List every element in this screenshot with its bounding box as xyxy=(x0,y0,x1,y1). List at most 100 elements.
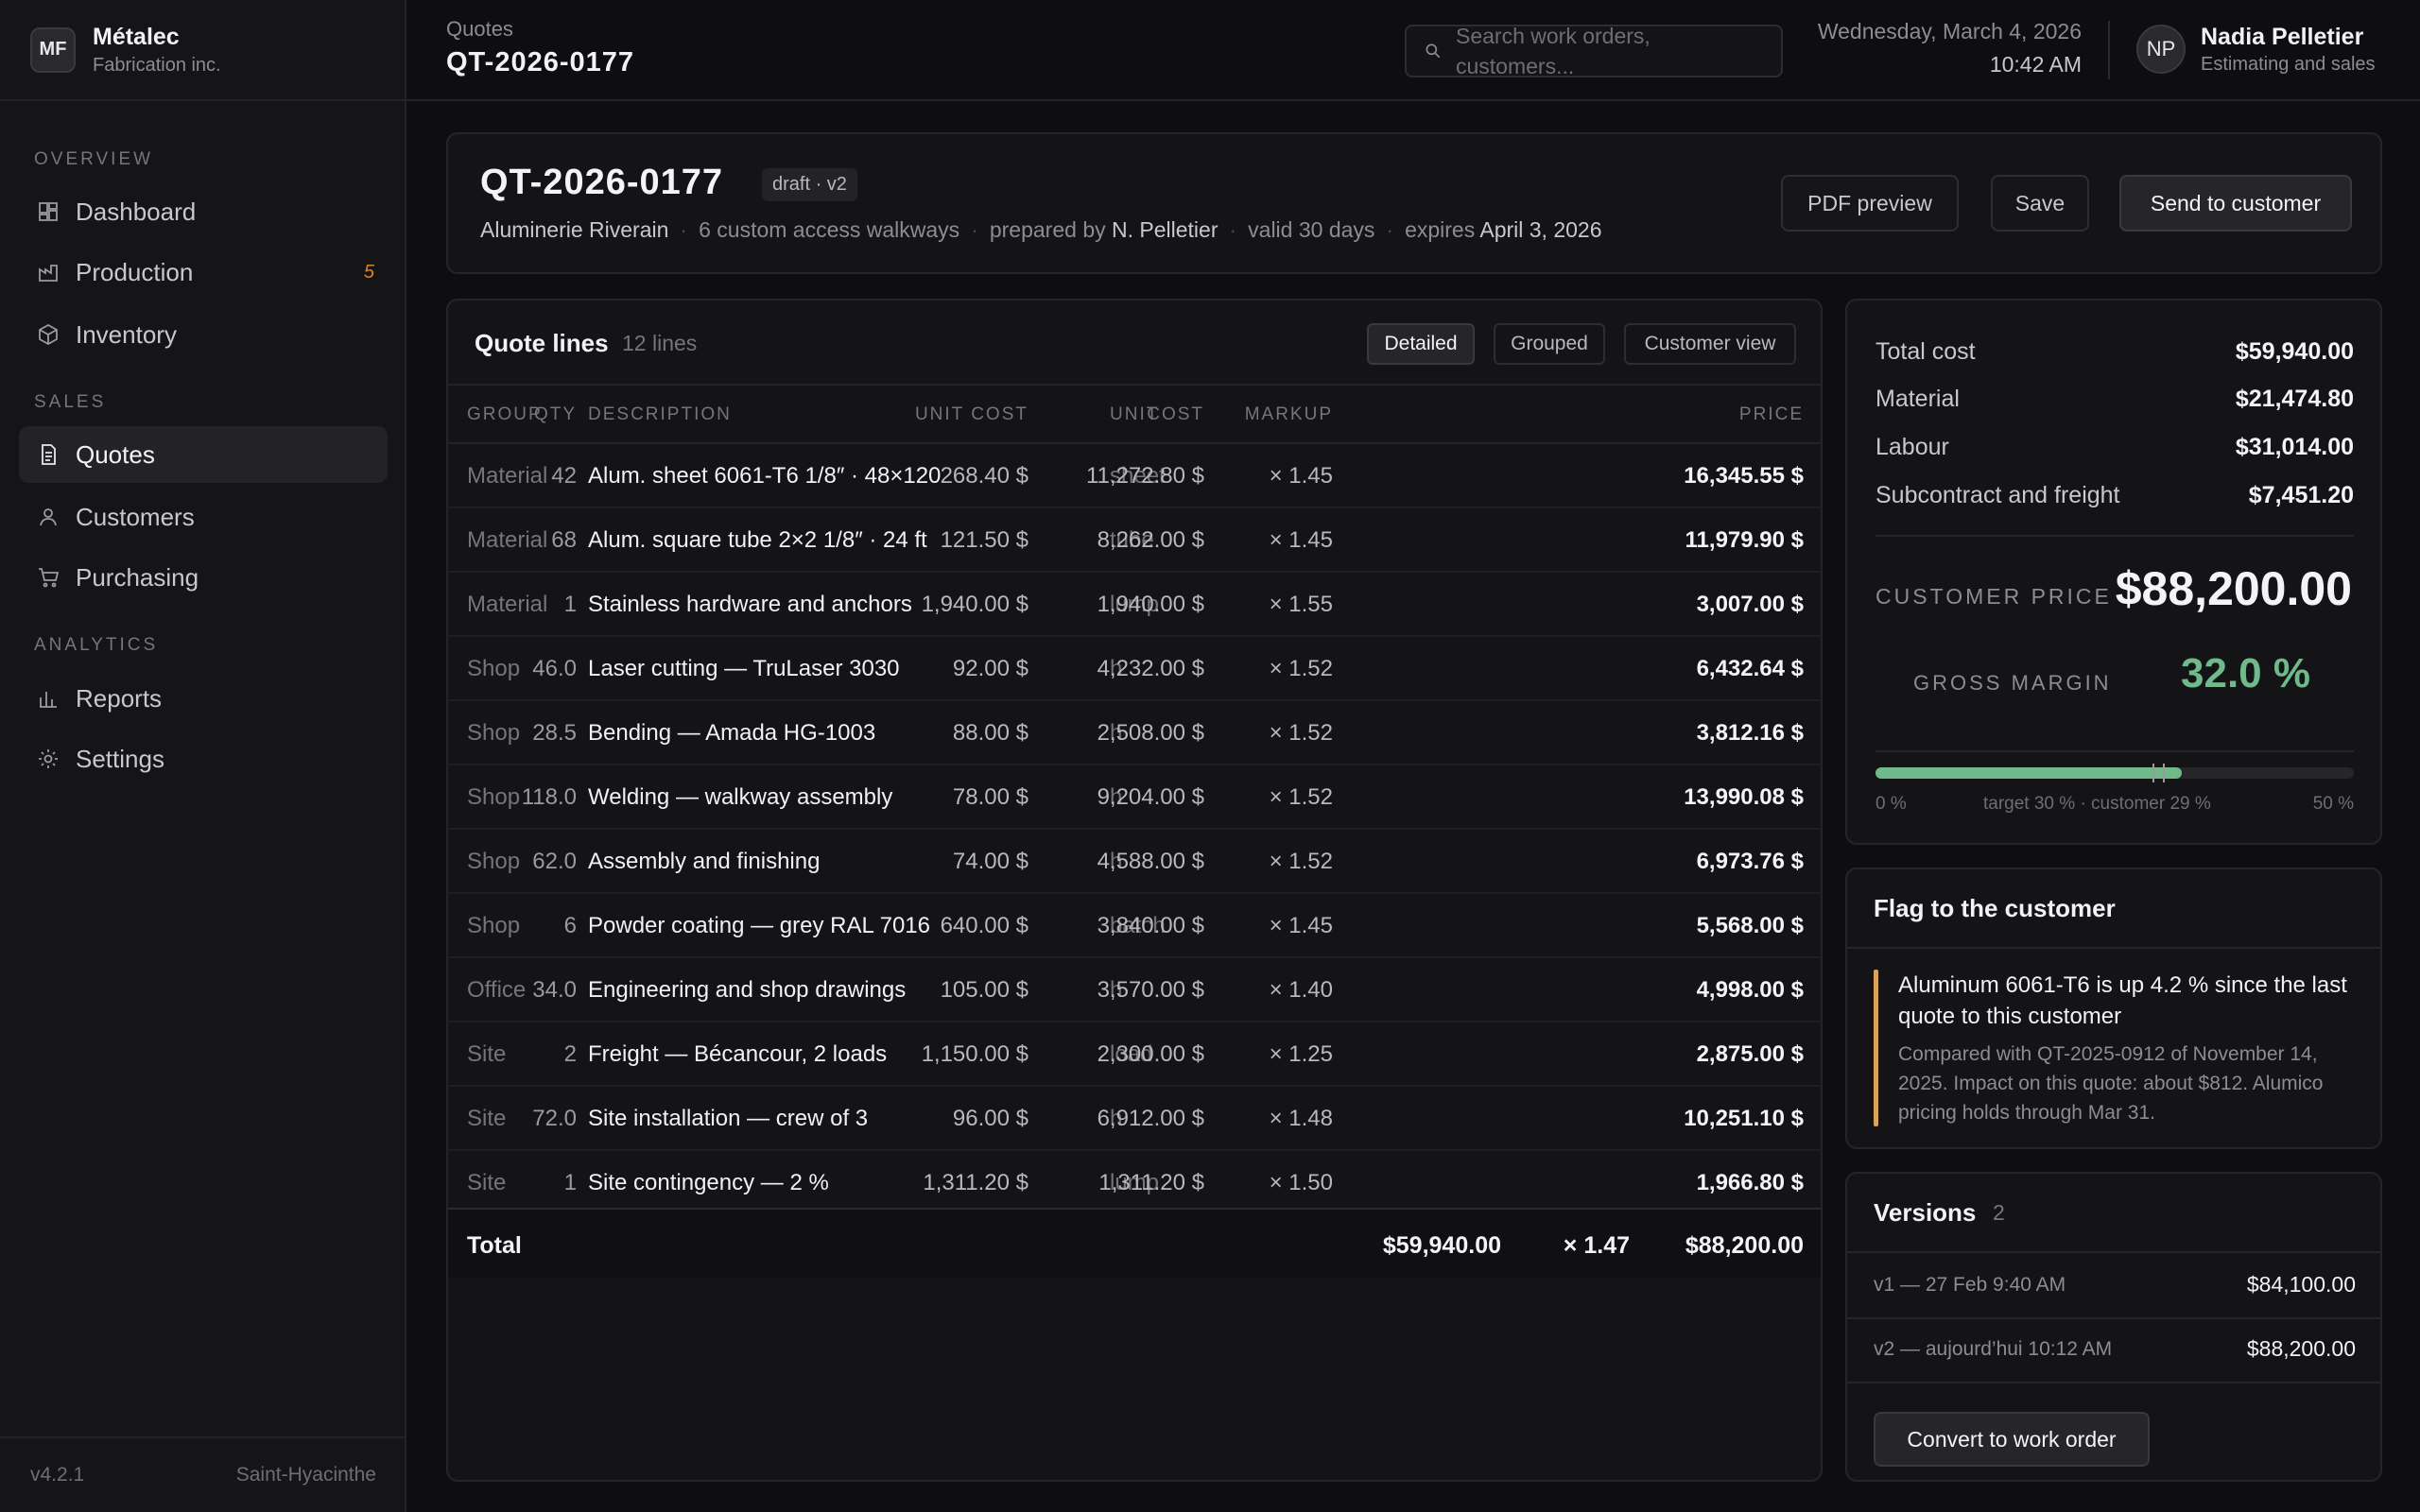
table-row[interactable]: Site Site contingency — 2 % 1 lump 1,311… xyxy=(448,1151,1821,1215)
pdf-preview-button[interactable]: PDF preview xyxy=(1781,175,1959,232)
bar-max-label: 50 % xyxy=(2312,794,2354,814)
bar-min-label: 0 % xyxy=(1876,794,1907,814)
sidebar-item-quotes[interactable]: Quotes xyxy=(19,426,388,483)
sidebar-item-production[interactable]: Production 5 xyxy=(19,244,388,301)
customer-name[interactable]: Aluminerie Riverain xyxy=(480,217,668,242)
cell-markup: × 1.45 xyxy=(1269,913,1333,938)
cell-markup: × 1.52 xyxy=(1269,656,1333,681)
column-header-unit-cost[interactable]: UNIT COST xyxy=(915,404,1028,425)
cell-unit-cost: 1,150.00 $ xyxy=(921,1041,1028,1067)
total-cost: $59,940.00 xyxy=(1382,1232,1501,1259)
sidebar-item-purchasing[interactable]: Purchasing xyxy=(19,549,388,606)
column-header-qty[interactable]: QTY xyxy=(534,404,577,425)
breadcrumb[interactable]: Quotes xyxy=(446,17,513,42)
table-row[interactable]: Shop Bending — Amada HG-1003 28.5 h 88.0… xyxy=(448,701,1821,765)
total-label: Total xyxy=(467,1232,522,1259)
view-detailed-button[interactable]: Detailed xyxy=(1367,323,1475,365)
avatar[interactable]: NP xyxy=(2136,25,2186,74)
column-header-description[interactable]: DESCRIPTION xyxy=(588,404,732,425)
summary-value: $21,474.80 xyxy=(2235,386,2354,412)
sidebar-item-label: Purchasing xyxy=(76,562,199,592)
table-row[interactable]: Office Engineering and shop drawings 34.… xyxy=(448,958,1821,1022)
margin-progress-bar xyxy=(1876,764,2354,782)
divider xyxy=(1847,1382,2380,1383)
sidebar-item-dashboard[interactable]: Dashboard xyxy=(19,183,388,240)
bar-chart-icon xyxy=(36,686,60,711)
column-header-price[interactable]: PRICE xyxy=(1739,404,1804,425)
sidebar-item-reports[interactable]: Reports xyxy=(19,670,388,727)
table-row[interactable]: Material Alum. sheet 6061-T6 1/8″ · 48×1… xyxy=(448,444,1821,508)
cell-unit-cost: 96.00 $ xyxy=(952,1106,1028,1131)
customer-price-value: $88,200.00 xyxy=(2115,562,2352,615)
summary-label: Material xyxy=(1876,386,1960,412)
expiry-date: April 3, 2026 xyxy=(1479,217,1602,242)
box-icon xyxy=(36,322,60,347)
view-customer-button[interactable]: Customer view xyxy=(1624,323,1796,365)
summary-label: Total cost xyxy=(1876,338,1976,365)
sidebar-item-inventory[interactable]: Inventory xyxy=(19,306,388,363)
cell-unit-cost: 1,311.20 $ xyxy=(923,1170,1028,1195)
cell-price: 2,875.00 $ xyxy=(1696,1041,1804,1067)
bar-target-label: target 30 % · customer 29 % xyxy=(1983,794,2211,814)
user-role: Estimating and sales xyxy=(2201,54,2376,75)
flag-headline: Aluminum 6061-T6 is up 4.2 % since the l… xyxy=(1898,972,2347,1029)
cell-markup: × 1.45 xyxy=(1269,463,1333,489)
summary-row-subcontract: Subcontract and freight $7,451.20 xyxy=(1876,482,2354,509)
view-grouped-button[interactable]: Grouped xyxy=(1494,323,1605,365)
sidebar-item-label: Quotes xyxy=(76,439,155,469)
user-name[interactable]: Nadia Pelletier xyxy=(2201,24,2363,51)
cell-unit-cost: 640.00 $ xyxy=(940,913,1028,938)
current-time: 10:42 AM xyxy=(1989,52,2082,77)
cell-price: 10,251.10 $ xyxy=(1684,1106,1804,1131)
table-row[interactable]: Material Stainless hardware and anchors … xyxy=(448,573,1821,637)
expires-label: expires xyxy=(1405,217,1476,242)
cell-unit-cost: 121.50 $ xyxy=(940,527,1028,553)
table-row[interactable]: Site Site installation — crew of 3 72.0 … xyxy=(448,1087,1821,1151)
current-date: Wednesday, March 4, 2026 xyxy=(1817,19,2082,43)
versions-count: 2 xyxy=(1993,1200,2005,1225)
cell-markup: × 1.50 xyxy=(1269,1170,1333,1195)
cell-group: Shop xyxy=(467,720,521,746)
table-row[interactable]: Shop Assembly and finishing 62.0 h 74.00… xyxy=(448,830,1821,894)
version-row-v2[interactable]: v2 — aujourd’hui 10:12 AM $88,200.00 xyxy=(1874,1336,2356,1362)
validity: valid 30 days xyxy=(1248,217,1375,242)
sidebar-item-label: Reports xyxy=(76,683,163,713)
cell-qty: 118.0 xyxy=(521,784,577,810)
cell-group: Site xyxy=(467,1170,507,1195)
table-row[interactable]: Shop Welding — walkway assembly 118.0 h … xyxy=(448,765,1821,830)
cell-qty: 62.0 xyxy=(532,849,577,874)
cell-unit-cost: 1,940.00 $ xyxy=(921,592,1028,617)
table-row[interactable]: Site Freight — Bécancour, 2 loads 2 load… xyxy=(448,1022,1821,1087)
cell-cost: 11,272.80 $ xyxy=(1085,463,1204,489)
column-header-cost[interactable]: COST xyxy=(1147,404,1204,425)
customer-flag-panel: Flag to the customer Aluminum 6061-T6 is… xyxy=(1845,868,2382,1149)
version-value: $84,100.00 xyxy=(2246,1272,2356,1297)
send-to-customer-button[interactable]: Send to customer xyxy=(2119,175,2352,232)
search-icon xyxy=(1426,43,1441,59)
table-row[interactable]: Material Alum. square tube 2×2 1/8″ · 24… xyxy=(448,508,1821,573)
cell-group: Shop xyxy=(467,656,521,681)
column-header-group[interactable]: GROUP xyxy=(467,404,543,425)
table-row[interactable]: Shop Laser cutting — TruLaser 3030 46.0 … xyxy=(448,637,1821,701)
sidebar-item-label: Inventory xyxy=(76,319,177,349)
sidebar-item-customers[interactable]: Customers xyxy=(19,489,388,545)
total-row: Total $59,940.00 × 1.47 $88,200.00 xyxy=(448,1208,1821,1278)
sidebar-item-label: Production xyxy=(76,257,194,286)
cell-description: Engineering and shop drawings xyxy=(588,977,907,1003)
cell-cost: 2,300.00 $ xyxy=(1097,1041,1204,1067)
cell-unit-cost: 88.00 $ xyxy=(952,720,1028,746)
convert-to-work-order-button[interactable]: Convert to work order xyxy=(1874,1412,2150,1467)
table-row[interactable]: Shop Powder coating — grey RAL 7016 6 ba… xyxy=(448,894,1821,958)
cell-qty: 2 xyxy=(563,1041,577,1067)
search-input[interactable]: Search work orders, customers... xyxy=(1405,24,1783,78)
nav-section-sales: SALES xyxy=(34,392,107,412)
version-row-v1[interactable]: v1 — 27 Feb 9:40 AM $84,100.00 xyxy=(1874,1272,2356,1297)
sidebar-item-settings[interactable]: Settings xyxy=(19,730,388,787)
column-header-markup[interactable]: MARKUP xyxy=(1245,404,1333,425)
cell-qty: 34.0 xyxy=(532,977,577,1003)
cell-qty: 1 xyxy=(563,1170,577,1195)
cell-group: Material xyxy=(467,592,548,617)
cell-unit-cost: 74.00 $ xyxy=(952,849,1028,874)
status-badge: draft · v2 xyxy=(762,168,857,201)
save-button[interactable]: Save xyxy=(1991,175,2089,232)
